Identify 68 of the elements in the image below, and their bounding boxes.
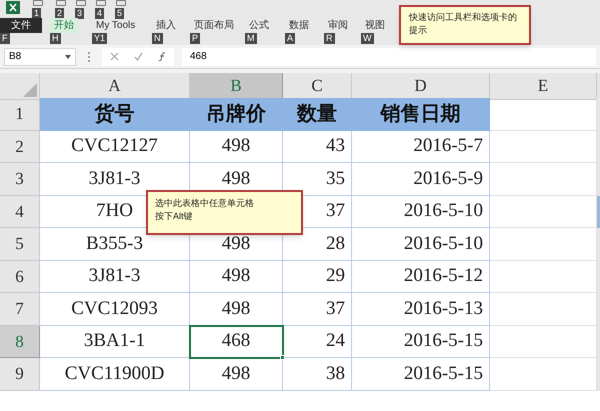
table-cell: 2016-5-7 bbox=[352, 130, 490, 163]
table-cell: 498 bbox=[190, 293, 283, 326]
row-header[interactable]: 1 bbox=[0, 98, 40, 130]
row-header[interactable]: 8 bbox=[0, 326, 40, 358]
keytip: W bbox=[361, 33, 374, 44]
cell-reference: B8 bbox=[9, 50, 22, 64]
table-cell: 2016-5-10 bbox=[352, 228, 490, 260]
column-header[interactable]: A bbox=[40, 73, 190, 100]
ribbon-tab[interactable]: 文件 bbox=[0, 18, 42, 33]
keytip: 4 bbox=[95, 8, 104, 19]
keytip: Y1 bbox=[92, 33, 108, 44]
keytip: P bbox=[190, 33, 200, 44]
keytip: 3 bbox=[75, 8, 84, 19]
column-header[interactable]: E bbox=[490, 73, 597, 100]
name-box[interactable]: B8 bbox=[4, 48, 76, 66]
table-cell: 498 bbox=[190, 358, 283, 390]
table-cell: 2016-5-12 bbox=[352, 260, 490, 293]
formula-input[interactable]: 468 bbox=[182, 48, 596, 66]
ribbon-tab[interactable]: 公式 bbox=[245, 18, 273, 33]
table-cell: 498 bbox=[190, 260, 283, 293]
table-cell: 24 bbox=[283, 326, 352, 358]
keytip: M bbox=[245, 33, 256, 44]
row-header[interactable]: 4 bbox=[0, 196, 40, 228]
ribbon-tab[interactable]: 数据 bbox=[285, 18, 313, 33]
table-cell: 2016-5-13 bbox=[352, 293, 490, 326]
table-cell: 38 bbox=[283, 358, 352, 390]
row-header[interactable]: 3 bbox=[0, 163, 40, 196]
keytip: 1 bbox=[32, 8, 42, 19]
table-cell[interactable]: 468 bbox=[190, 326, 283, 358]
row-header[interactable]: 6 bbox=[0, 260, 40, 293]
table-cell: 2016-5-10 bbox=[352, 196, 490, 228]
column-heading-cell: 销售日期 bbox=[352, 98, 490, 130]
ribbon-tab[interactable]: 插入 bbox=[152, 18, 180, 33]
table-cell: 37 bbox=[283, 293, 352, 326]
keytip: H bbox=[50, 33, 60, 44]
table-cell: CVC11900D bbox=[40, 358, 190, 390]
table-cell: 43 bbox=[283, 130, 352, 163]
table-cell: 3BA1-1 bbox=[40, 326, 190, 358]
row-header[interactable]: 5 bbox=[0, 228, 40, 260]
column-heading-cell: 货号 bbox=[40, 98, 190, 130]
ribbon-tab[interactable]: 审阅 bbox=[324, 18, 352, 33]
keytip: N bbox=[152, 33, 162, 44]
tooltip: 快速访问工具栏和选项卡的提示 bbox=[399, 5, 531, 45]
ribbon-tab[interactable]: 视图 bbox=[361, 18, 389, 33]
row-header[interactable]: 7 bbox=[0, 293, 40, 326]
keytip: 5 bbox=[115, 8, 124, 19]
table-cell: 2016-5-15 bbox=[352, 326, 490, 358]
column-header[interactable]: D bbox=[352, 73, 490, 100]
keytip: R bbox=[324, 33, 334, 44]
keytip: F bbox=[0, 33, 10, 44]
table-cell: 2016-5-9 bbox=[352, 163, 490, 196]
column-heading-cell: 数量 bbox=[283, 98, 352, 130]
table-cell: 498 bbox=[190, 130, 283, 163]
table-cell: CVC12127 bbox=[40, 130, 190, 163]
table-cell: 29 bbox=[283, 260, 352, 293]
ribbon-tab[interactable]: 页面布局 bbox=[190, 18, 238, 33]
tooltip: 选中此表格中任意单元格 按下Alt键 bbox=[146, 190, 303, 235]
keytip: 2 bbox=[55, 8, 64, 19]
table-cell: 3J81-3 bbox=[40, 260, 190, 293]
column-heading-cell: 吊牌价 bbox=[190, 98, 283, 130]
table-cell: 2016-5-15 bbox=[352, 358, 490, 390]
column-header[interactable]: C bbox=[283, 73, 352, 100]
row-header[interactable]: 9 bbox=[0, 358, 40, 390]
table-cell: CVC12093 bbox=[40, 293, 190, 326]
keytip: A bbox=[285, 33, 296, 44]
ribbon-tab[interactable]: My Tools bbox=[92, 18, 140, 33]
row-header[interactable]: 2 bbox=[0, 130, 40, 163]
ribbon-tab[interactable]: 开始 bbox=[50, 18, 78, 33]
